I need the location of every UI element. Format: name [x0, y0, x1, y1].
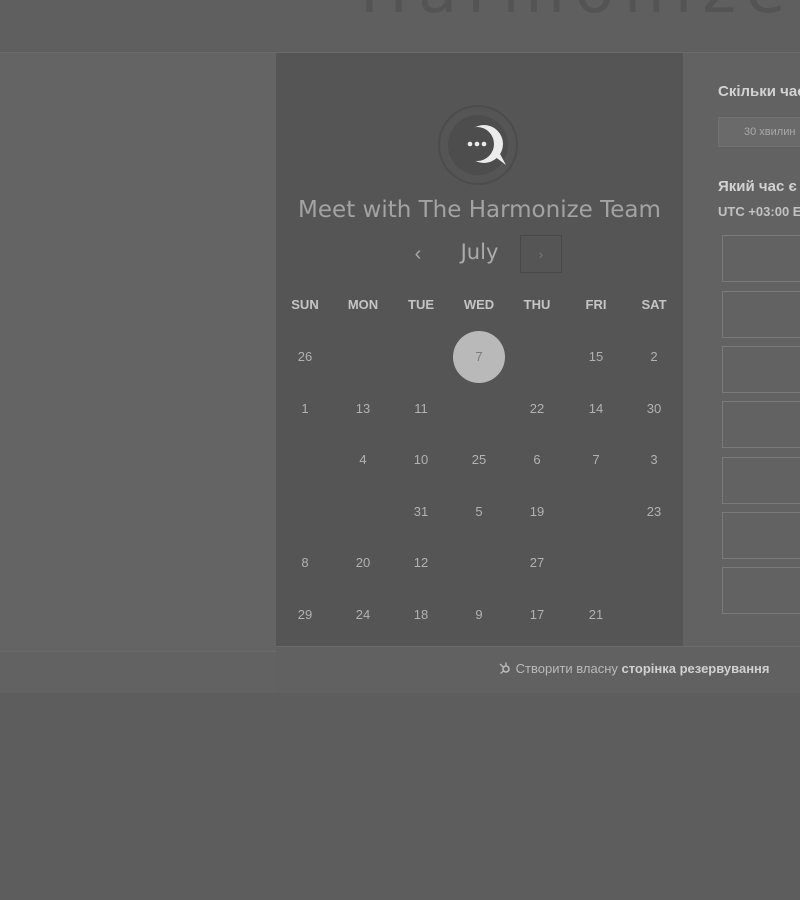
sprocket-icon — [499, 662, 510, 675]
booking-panel: Скільки часу вам потрібно? 30 хвилин Яки… — [683, 53, 800, 646]
calendar-day[interactable]: 18 — [395, 589, 447, 641]
time-slot-button[interactable] — [722, 457, 800, 504]
calendar-day-grid: 26 7 15 2 1 13 11 22 14 30 4 10 25 6 7 3 31 5 19 23 8 20 12 27 2… — [276, 53, 683, 646]
calendar-day[interactable]: 6 — [511, 434, 563, 486]
time-slot-button[interactable] — [722, 291, 800, 338]
calendar-day[interactable]: 29 — [279, 589, 331, 641]
selected-day[interactable]: 7 — [453, 331, 505, 383]
timezone-label: UTC +03:00 Europe/Kiev — [718, 204, 800, 219]
calendar-day[interactable]: 1 — [279, 383, 331, 435]
time-question: Який час є найкращим? — [718, 178, 800, 195]
duration-value: 30 хвилин — [744, 126, 796, 138]
calendar-day[interactable]: 19 — [511, 486, 563, 538]
calendar-day[interactable]: 14 — [570, 383, 622, 435]
duration-select[interactable]: 30 хвилин — [718, 117, 800, 147]
calendar-day[interactable]: 10 — [395, 434, 447, 486]
footer-content: Створити власну сторінка резервування — [498, 661, 770, 676]
time-slot-button[interactable] — [722, 235, 800, 282]
calendar-day[interactable]: 25 — [453, 434, 505, 486]
calendar-day[interactable]: 31 — [395, 486, 447, 538]
calendar-day[interactable]: 23 — [628, 486, 680, 538]
calendar-day[interactable]: 15 — [570, 331, 622, 383]
calendar-day[interactable]: 17 — [511, 589, 563, 641]
footer-bar: Створити власну сторінка резервування — [276, 646, 800, 693]
time-slot-button[interactable] — [722, 567, 800, 614]
calendar-day[interactable]: 5 — [453, 486, 505, 538]
calendar-day[interactable]: 8 — [279, 537, 331, 589]
time-slot-button[interactable] — [722, 512, 800, 559]
page-lower-area — [0, 693, 800, 900]
duration-question: Скільки часу вам потрібно? — [718, 83, 800, 100]
calendar-day[interactable]: 24 — [337, 589, 389, 641]
calendar-day[interactable]: 7 — [570, 434, 622, 486]
calendar-panel: Meet with The Harmonize Team ‹ July › SU… — [276, 53, 683, 646]
time-slot-button[interactable] — [722, 346, 800, 393]
calendar-day[interactable]: 4 — [337, 434, 389, 486]
left-backdrop-panel — [0, 53, 276, 651]
calendar-day[interactable]: 9 — [453, 589, 505, 641]
calendar-day[interactable]: 21 — [570, 589, 622, 641]
calendar-day[interactable]: 20 — [337, 537, 389, 589]
calendar-day[interactable]: 12 — [395, 537, 447, 589]
create-booking-page-link[interactable]: сторінка резервування — [622, 661, 770, 676]
bottom-left-strip — [0, 651, 276, 694]
calendar-day[interactable]: 22 — [511, 383, 563, 435]
calendar-day[interactable]: 30 — [628, 383, 680, 435]
footer-text: Створити власну — [515, 661, 622, 676]
calendar-day[interactable]: 2 — [628, 331, 680, 383]
calendar-day[interactable]: 27 — [511, 537, 563, 589]
calendar-day[interactable]: 26 — [279, 331, 331, 383]
page-header: Harmonize — [0, 0, 800, 53]
calendar-day[interactable]: 11 — [395, 383, 447, 435]
brand-logo: Harmonize — [360, 0, 795, 28]
time-slot-button[interactable] — [722, 401, 800, 448]
calendar-day[interactable]: 3 — [628, 434, 680, 486]
calendar-day[interactable]: 13 — [337, 383, 389, 435]
